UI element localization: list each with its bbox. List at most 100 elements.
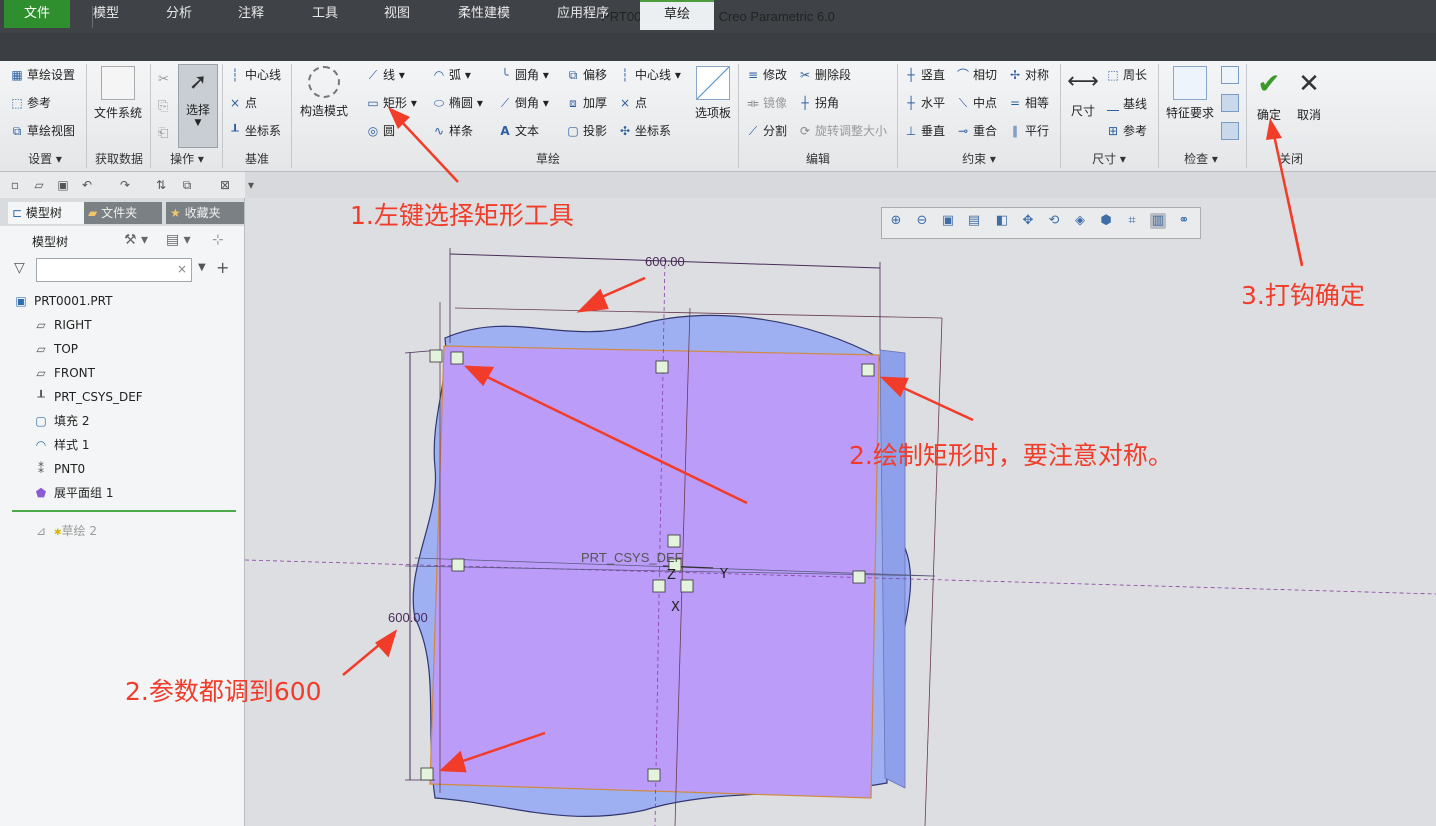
constraint-parallel-button[interactable]: ∥ 平行 <box>1008 121 1049 141</box>
tree-item-flatten-quilt[interactable]: ⬟ 展平面组 1 <box>34 483 114 503</box>
perspective-icon[interactable]: ◈ <box>1072 213 1088 229</box>
chamfer-tool-button[interactable]: ⟋ 倒角 ▾ <box>498 93 549 113</box>
zoom-in-icon[interactable]: ⊕ <box>888 213 904 229</box>
save-icon[interactable]: ▣ <box>56 178 70 192</box>
tree-item-right[interactable]: ▱ RIGHT <box>34 315 91 335</box>
datum-point-button[interactable]: × 点 <box>228 93 257 113</box>
sketch-view-button[interactable]: ⧉ 草绘视图 <box>10 121 75 141</box>
refit-icon[interactable]: ▣ <box>940 213 956 229</box>
thicken-tool-button[interactable]: ⧈ 加厚 <box>566 93 607 113</box>
tree-settings-icon[interactable]: ⚒ ▾ <box>124 232 148 248</box>
tab-sketch[interactable]: 草绘 <box>640 0 714 30</box>
shade-closed-icon[interactable] <box>1221 122 1239 140</box>
tab-folder[interactable]: ▰ 文件夹 <box>84 202 162 224</box>
sketch-setup-button[interactable]: ▦ 草绘设置 <box>10 65 75 85</box>
line-tool-button[interactable]: ⟋ 线 ▾ <box>366 65 405 85</box>
tab-annotate[interactable]: 注释 <box>222 0 280 28</box>
project-tool-button[interactable]: ▢ 投影 <box>566 121 607 141</box>
highlight-open-icon[interactable] <box>1221 94 1239 112</box>
tab-model[interactable]: 模型 <box>76 0 136 28</box>
divide-button[interactable]: ⟋ 分割 <box>746 121 787 141</box>
redo-icon[interactable]: ↷ <box>118 178 132 192</box>
tree-filter-settings-icon[interactable]: ⊹ <box>212 232 224 248</box>
group-label-inspect[interactable]: 检查 ▾ <box>1160 150 1242 168</box>
tree-show-icon[interactable]: ▤ ▾ <box>166 232 191 248</box>
sketch-point-button[interactable]: × 点 <box>618 93 647 113</box>
sketcher-display-icon[interactable]: ▥ <box>1150 213 1166 229</box>
constraint-tangent-button[interactable]: ⌒ 相切 <box>956 65 997 85</box>
mirror-button[interactable]: ⟚ 镜像 <box>746 93 787 113</box>
constraint-vertical-button[interactable]: ┼ 竖直 <box>904 65 945 85</box>
reference-dim-button[interactable]: ⊞ 参考 <box>1106 121 1147 141</box>
baseline-button[interactable]: ⎽ 基线 <box>1106 94 1147 114</box>
shading-icon[interactable]: ⬢ <box>1098 213 1114 229</box>
tree-item-active-sketch[interactable]: ⊿ ✱草绘 2 <box>34 521 97 541</box>
tree-item-front[interactable]: ▱ FRONT <box>34 363 95 383</box>
tab-flexible-modeling[interactable]: 柔性建模 <box>444 0 524 28</box>
constraint-coincident-button[interactable]: ⊸ 重合 <box>956 121 997 141</box>
references-button[interactable]: ⬚ 参考 <box>10 93 51 113</box>
datum-centerline-button[interactable]: ┆ 中心线 <box>228 65 281 85</box>
tree-search-input[interactable] <box>36 258 192 282</box>
customize-toolbar-icon[interactable]: ▾ <box>244 178 258 192</box>
annotation-display-icon[interactable]: ⚭ <box>1176 213 1192 229</box>
datum-display-icon[interactable]: ⌗ <box>1124 213 1140 229</box>
construction-mode-button[interactable]: 构造模式 <box>296 66 352 119</box>
tree-item-style[interactable]: ◠ 样式 1 <box>34 435 90 455</box>
perimeter-button[interactable]: ⬚ 周长 <box>1106 65 1147 85</box>
dimension-button[interactable]: ⟷ 尺寸 <box>1064 66 1102 119</box>
tab-file[interactable]: 文件 <box>4 0 70 28</box>
text-tool-button[interactable]: A 文本 <box>498 121 539 141</box>
delete-segment-button[interactable]: ✂ 删除段 <box>798 65 851 85</box>
modify-button[interactable]: ≡ 修改 <box>746 65 787 85</box>
offset-tool-button[interactable]: ⧉ 偏移 <box>566 65 607 85</box>
undo-icon[interactable]: ↶ <box>80 178 94 192</box>
regenerate-icon[interactable]: ⇅ <box>154 178 168 192</box>
constraint-horizontal-button[interactable]: ┼ 水平 <box>904 93 945 113</box>
rotate-resize-button[interactable]: ⟳ 旋转调整大小 <box>798 121 887 141</box>
tab-model-tree[interactable]: ⊏ 模型树 <box>8 202 84 224</box>
feature-requirements-button[interactable]: 特征要求 <box>1162 66 1218 121</box>
new-icon[interactable]: ▫ <box>8 178 22 192</box>
tree-item-csys[interactable]: ┸ PRT_CSYS_DEF <box>34 387 142 407</box>
group-label-setup[interactable]: 设置 ▾ <box>10 150 80 168</box>
view-manager-icon[interactable]: ⟲ <box>1046 213 1062 229</box>
repaint-icon[interactable]: ▤ <box>966 213 982 229</box>
search-dropdown-icon[interactable]: ▼ <box>198 262 206 273</box>
tab-tools[interactable]: 工具 <box>296 0 354 28</box>
group-label-constrain[interactable]: 约束 ▾ <box>900 150 1058 168</box>
sketch-csys-button[interactable]: ✣ 坐标系 <box>618 121 671 141</box>
vertical-dimension[interactable]: 600.00 <box>388 610 428 625</box>
constraint-perpendicular-button[interactable]: ⊥ 垂直 <box>904 121 945 141</box>
tree-item-point[interactable]: ⁑ PNT0 <box>34 459 85 479</box>
tree-item-fill[interactable]: ▢ 填充 2 <box>34 411 89 431</box>
add-filter-icon[interactable]: + <box>216 258 229 277</box>
constraint-symmetric-button[interactable]: ✢ 对称 <box>1008 65 1049 85</box>
corner-button[interactable]: ┼ 拐角 <box>798 93 839 113</box>
clear-search-icon[interactable]: × <box>177 262 187 276</box>
zoom-out-icon[interactable]: ⊖ <box>914 213 930 229</box>
group-label-operations[interactable]: 操作 ▾ <box>154 150 220 168</box>
horizontal-dimension[interactable]: 600.00 <box>645 254 685 269</box>
arc-tool-button[interactable]: ◠ 弧 ▾ <box>432 65 471 85</box>
tab-applications[interactable]: 应用程序 <box>544 0 622 28</box>
open-icon[interactable]: ▱ <box>32 178 46 192</box>
select-button[interactable]: ➚ 选择 ▼ <box>178 64 218 148</box>
constraint-equal-button[interactable]: = 相等 <box>1008 93 1049 113</box>
tab-favorites[interactable]: ★ 收藏夹 <box>166 202 244 224</box>
file-system-button[interactable]: 文件系统 <box>90 66 146 121</box>
tree-item-top[interactable]: ▱ TOP <box>34 339 78 359</box>
datum-csys-button[interactable]: ┸ 坐标系 <box>228 121 281 141</box>
close-window-icon[interactable]: ⊠ <box>218 178 232 192</box>
sketch-centerline-button[interactable]: ┆ 中心线 ▾ <box>618 65 680 85</box>
palette-button[interactable]: 选项板 <box>692 66 734 121</box>
saved-views-icon[interactable]: ✥ <box>1020 213 1036 229</box>
group-label-dimension[interactable]: 尺寸 ▾ <box>1062 150 1156 168</box>
fillet-tool-button[interactable]: ╰ 圆角 ▾ <box>498 65 548 85</box>
tree-item-part[interactable]: ▣ PRT0001.PRT <box>14 291 112 311</box>
tab-view[interactable]: 视图 <box>368 0 426 28</box>
windows-icon[interactable]: ⧉ <box>180 178 194 192</box>
display-style-icon[interactable]: ◧ <box>994 213 1010 229</box>
tab-analysis[interactable]: 分析 <box>150 0 208 28</box>
overlap-icon[interactable] <box>1221 66 1239 84</box>
